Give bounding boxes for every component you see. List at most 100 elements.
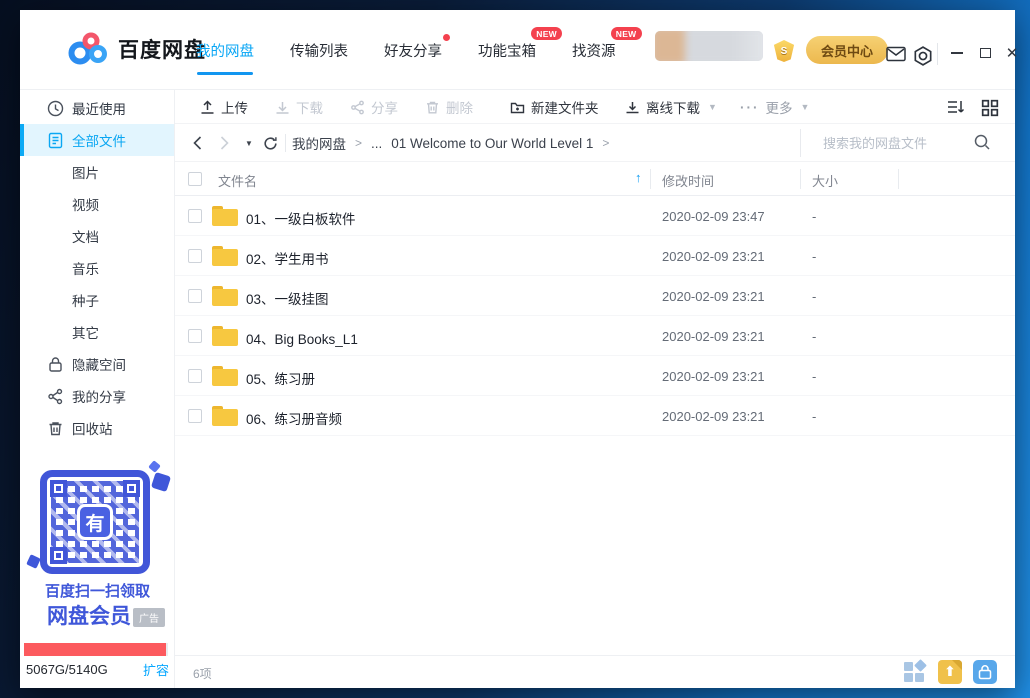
upload-button[interactable]: 上传 bbox=[200, 90, 248, 124]
forward-button[interactable] bbox=[220, 124, 229, 162]
search-box bbox=[800, 129, 1015, 157]
share-button[interactable]: 分享 bbox=[350, 90, 398, 124]
breadcrumb-ellipsis[interactable]: ... bbox=[371, 136, 382, 151]
trash-icon bbox=[427, 101, 438, 113]
sidebar-item-my-shares[interactable]: 我的分享 bbox=[20, 380, 174, 412]
file-row[interactable]: 01、一级白板软件 2020-02-09 23:47 - bbox=[175, 196, 1015, 236]
row-checkbox[interactable] bbox=[188, 369, 202, 383]
sidebar-item-recent[interactable]: 最近使用 bbox=[20, 92, 174, 124]
ad-tag: 广告 bbox=[133, 608, 165, 627]
sidebar-item-documents[interactable]: 文档 bbox=[20, 220, 174, 252]
sidebar-item-others[interactable]: 其它 bbox=[20, 316, 174, 348]
table-header: 文件名 ↑ 修改时间 大小 bbox=[175, 162, 1015, 196]
breadcrumb-separator: > bbox=[602, 136, 610, 150]
new-badge: NEW bbox=[531, 26, 562, 40]
row-checkbox[interactable] bbox=[188, 289, 202, 303]
file-name[interactable]: 03、一级挂图 bbox=[246, 288, 329, 308]
hidden-space-lock-icon[interactable] bbox=[973, 660, 997, 684]
folder-icon bbox=[212, 246, 238, 266]
sidebar-item-recycle-bin[interactable]: 回收站 bbox=[20, 412, 174, 444]
desktop-background: 百度网盘 我的网盘 传输列表 好友分享 功能宝箱 NEW 找资源 NEW S 会… bbox=[0, 0, 1030, 698]
file-row[interactable]: 02、学生用书 2020-02-09 23:21 - bbox=[175, 236, 1015, 276]
sort-ascending-icon[interactable]: ↑ bbox=[635, 170, 642, 185]
settings-gear-icon[interactable] bbox=[913, 46, 933, 66]
sidebar-item-pictures[interactable]: 图片 bbox=[20, 156, 174, 188]
offline-download-button[interactable]: 离线下载 ▼ bbox=[625, 90, 717, 124]
column-header-size[interactable]: 大小 bbox=[812, 171, 838, 190]
file-row[interactable]: 06、练习册音频 2020-02-09 23:21 - bbox=[175, 396, 1015, 436]
file-modified: 2020-02-09 23:21 bbox=[662, 249, 765, 264]
grid-view-icon[interactable] bbox=[981, 99, 999, 117]
sidebar-item-torrents[interactable]: 种子 bbox=[20, 284, 174, 316]
breadcrumb-current[interactable]: 01 Welcome to Our World Level 1 bbox=[391, 136, 593, 151]
backup-folder-icon[interactable]: ⬆ bbox=[938, 660, 962, 684]
list-sort-icon[interactable] bbox=[947, 99, 965, 115]
mail-icon[interactable] bbox=[886, 46, 906, 62]
tab-toolbox[interactable]: 功能宝箱 NEW bbox=[478, 26, 562, 65]
divider bbox=[285, 134, 286, 152]
row-checkbox[interactable] bbox=[188, 409, 202, 423]
user-account-blurred[interactable] bbox=[655, 31, 763, 61]
refresh-icon[interactable] bbox=[263, 124, 278, 162]
file-row[interactable]: 03、一级挂图 2020-02-09 23:21 - bbox=[175, 276, 1015, 316]
file-name[interactable]: 01、一级白板软件 bbox=[246, 208, 356, 228]
folder-icon bbox=[212, 286, 238, 306]
member-center-button[interactable]: 会员中心 bbox=[806, 36, 889, 64]
file-name[interactable]: 02、学生用书 bbox=[246, 248, 329, 268]
more-button[interactable]: ··· 更多 ▼ bbox=[740, 90, 809, 124]
column-divider bbox=[898, 169, 899, 189]
file-row[interactable]: 04、Big Books_L1 2020-02-09 23:21 - bbox=[175, 316, 1015, 356]
share-icon bbox=[351, 100, 364, 114]
file-modified: 2020-02-09 23:21 bbox=[662, 329, 765, 344]
sidebar-item-music[interactable]: 音乐 bbox=[20, 252, 174, 284]
mini-apps-icon[interactable] bbox=[903, 659, 927, 684]
qr-center-logo: 有 bbox=[77, 504, 113, 540]
file-size: - bbox=[812, 369, 817, 384]
download-button[interactable]: 下载 bbox=[275, 90, 323, 124]
storage-progress-fill bbox=[24, 643, 166, 656]
row-checkbox[interactable] bbox=[188, 249, 202, 263]
file-name[interactable]: 04、Big Books_L1 bbox=[246, 328, 358, 348]
file-row[interactable]: 05、练习册 2020-02-09 23:21 - bbox=[175, 356, 1015, 396]
storage-progress-bar bbox=[24, 643, 168, 656]
delete-button[interactable]: 删除 bbox=[425, 90, 473, 124]
file-size: - bbox=[812, 409, 817, 424]
sidebar-item-all-files[interactable]: 全部文件 bbox=[20, 124, 174, 156]
tab-find-resources[interactable]: 找资源 NEW bbox=[572, 26, 642, 65]
file-size: - bbox=[812, 249, 817, 264]
new-folder-button[interactable]: 新建文件夹 bbox=[510, 90, 599, 124]
app-title: 百度网盘 bbox=[118, 39, 206, 62]
row-checkbox[interactable] bbox=[188, 209, 202, 223]
promo-text-line1: 百度扫一扫领取 bbox=[44, 583, 150, 600]
minimize-button[interactable] bbox=[946, 40, 968, 66]
breadcrumb-root[interactable]: 我的网盘 bbox=[292, 133, 346, 153]
app-window: 百度网盘 我的网盘 传输列表 好友分享 功能宝箱 NEW 找资源 NEW S 会… bbox=[20, 10, 1018, 688]
folder-icon bbox=[212, 206, 238, 226]
file-size: - bbox=[812, 209, 817, 224]
tab-my-drive[interactable]: 我的网盘 bbox=[196, 36, 254, 75]
search-input[interactable] bbox=[823, 131, 973, 155]
back-button[interactable] bbox=[193, 124, 202, 162]
search-icon[interactable] bbox=[973, 133, 991, 151]
close-button[interactable]: ✕ bbox=[1001, 40, 1023, 66]
header-divider bbox=[937, 43, 938, 65]
status-bar: 6项 ⬆ bbox=[175, 655, 1015, 688]
file-name[interactable]: 05、练习册 bbox=[246, 368, 315, 388]
folder-icon bbox=[212, 406, 238, 426]
tab-friend-share[interactable]: 好友分享 bbox=[384, 33, 450, 65]
history-dropdown-icon[interactable]: ▼ bbox=[245, 124, 253, 162]
decor-cube bbox=[150, 471, 172, 493]
maximize-button[interactable] bbox=[974, 40, 996, 66]
row-checkbox[interactable] bbox=[188, 329, 202, 343]
select-all-checkbox[interactable] bbox=[188, 172, 202, 186]
file-name[interactable]: 06、练习册音频 bbox=[246, 408, 342, 428]
new-badge: NEW bbox=[610, 26, 642, 40]
sidebar-item-hidden-space[interactable]: 隐藏空间 bbox=[20, 348, 174, 380]
notification-dot bbox=[443, 33, 450, 41]
column-header-name[interactable]: 文件名 bbox=[218, 171, 257, 190]
chevron-down-icon: ▼ bbox=[708, 102, 717, 112]
expand-storage-link[interactable]: 扩容 bbox=[143, 660, 169, 679]
sidebar-item-videos[interactable]: 视频 bbox=[20, 188, 174, 220]
tab-transfer-list[interactable]: 传输列表 bbox=[290, 36, 348, 65]
column-header-modified[interactable]: 修改时间 bbox=[662, 171, 714, 190]
